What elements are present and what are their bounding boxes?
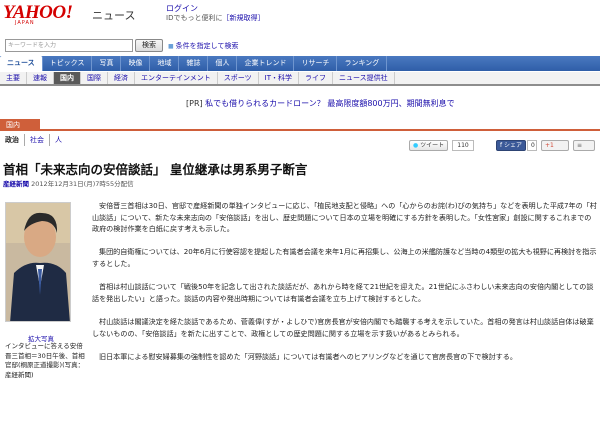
- sub-tabs: 主要 速報 国内 国際 経済 エンターテインメント スポーツ IT・科学 ライフ…: [0, 72, 600, 86]
- facebook-share-button[interactable]: f シェア: [496, 140, 527, 151]
- article-paragraph: 旧日本軍による慰安婦募集の強制性を認めた「河野談話」については有識者へのヒアリン…: [99, 351, 517, 361]
- pr-tag: [PR]: [186, 99, 203, 108]
- article-source[interactable]: 産経新聞: [3, 180, 29, 188]
- facebook-icon: f: [500, 142, 503, 149]
- facebook-count: 0: [527, 140, 537, 151]
- search-button[interactable]: 検索: [135, 39, 163, 52]
- article-paragraph: 首相は村山談話について「戦後50年を記念して出された談話だが、あれから時を経て2…: [92, 282, 594, 303]
- tweet-label: ツイート: [420, 142, 445, 149]
- tab-corporate-trends[interactable]: 企業トレンド: [237, 56, 295, 71]
- yahoo-logo[interactable]: YAHOO!: [3, 2, 73, 24]
- twitter-icon: ●: [413, 142, 419, 149]
- subtab-top[interactable]: 主要: [0, 72, 27, 84]
- facebook-share-label: シェア: [504, 142, 523, 149]
- portrait-image: [6, 203, 70, 321]
- article-paragraph: 安倍晋三首相は30日、官邸で産経新聞の単独インタビューに応じ、「植民地支配と侵略…: [92, 201, 597, 234]
- article-body: 安倍晋三首相は30日、官邸で産経新聞の単独インタビューに応じ、「植民地支配と侵略…: [92, 200, 597, 374]
- article-paragraph: 村山談話は閣議決定を経た談話であるため、菅義偉(すが・よしひで)官房長官が安倍内…: [92, 316, 594, 338]
- login-note-row: IDでもっと便利に［新規取得］: [166, 13, 264, 23]
- yahoo-logo-sub: JAPAN: [15, 20, 35, 26]
- tab-magazines[interactable]: 雑誌: [179, 56, 209, 71]
- subtab-it-science[interactable]: IT・科学: [259, 72, 300, 84]
- article-title: 首相「未来志向の安倍談話」 皇位継承は男系男子断言: [3, 162, 308, 177]
- extra-share-button[interactable]: ≡: [573, 140, 595, 151]
- subtab-providers[interactable]: ニュース提供社: [333, 72, 395, 84]
- category-bar: 国内: [0, 119, 600, 131]
- site-header: YAHOO! JAPAN ニュース ログイン IDでもっと便利に［新規取得］: [0, 0, 600, 36]
- tab-local[interactable]: 地域: [150, 56, 180, 71]
- section-name[interactable]: ニュース: [92, 7, 135, 23]
- tab-research[interactable]: リサーチ: [294, 56, 338, 71]
- pr-ad[interactable]: [PR] 私でも借りられるカードローン？ 最高限度額800万円、期間無利息で: [186, 98, 455, 109]
- subtab-international[interactable]: 国際: [81, 72, 108, 84]
- article-meta: 産経新聞 2012年12月31日(月)7時55分配信: [3, 178, 134, 188]
- subtab-life[interactable]: ライフ: [299, 72, 334, 84]
- subtab-economy[interactable]: 経済: [108, 72, 135, 84]
- crumb-people[interactable]: 人: [50, 134, 67, 146]
- google-plus-icon: +1: [545, 142, 554, 149]
- register-link[interactable]: ［新規取得］: [222, 14, 264, 22]
- tab-ranking[interactable]: ランキング: [337, 56, 388, 71]
- tab-photos[interactable]: 写真: [92, 56, 122, 71]
- tab-video[interactable]: 映像: [121, 56, 151, 71]
- pr-text[interactable]: 私でも借りられるカードローン？ 最高限度額800万円、期間無利息で: [205, 99, 454, 108]
- tab-individuals[interactable]: 個人: [208, 56, 238, 71]
- subtab-sports[interactable]: スポーツ: [218, 72, 259, 84]
- tab-topics[interactable]: トピックス: [43, 56, 93, 71]
- advanced-search-link[interactable]: 条件を指定して検索: [168, 41, 239, 51]
- share-icon: ≡: [577, 142, 583, 149]
- article-date: 2012年12月31日(月)7時55分配信: [31, 180, 134, 188]
- tweet-button[interactable]: ● ツイート: [409, 140, 449, 151]
- tab-news[interactable]: ニュース: [0, 56, 43, 71]
- article-paragraph: 集団的自衛権については、20年6月に行使容認を提起した有識者会議を来年1月に再招…: [92, 247, 597, 268]
- subtab-domestic[interactable]: 国内: [54, 72, 81, 84]
- tweet-count: 110: [452, 140, 474, 151]
- login-note: IDでもっと便利に: [166, 14, 223, 22]
- category-label[interactable]: 国内: [0, 119, 40, 131]
- crumb-politics[interactable]: 政治: [0, 134, 25, 146]
- main-tabs: ニュース トピックス 写真 映像 地域 雑誌 個人 企業トレンド リサーチ ラン…: [0, 56, 600, 71]
- subtab-breaking[interactable]: 速報: [27, 72, 54, 84]
- search-input[interactable]: キーワードを入力: [5, 39, 133, 52]
- article-photo[interactable]: [5, 202, 71, 322]
- breadcrumb: 政治 社会 人: [0, 134, 67, 146]
- subtab-entertainment[interactable]: エンターテインメント: [135, 72, 218, 84]
- crumb-society[interactable]: 社会: [25, 134, 50, 146]
- google-plus-button[interactable]: +1: [541, 140, 569, 151]
